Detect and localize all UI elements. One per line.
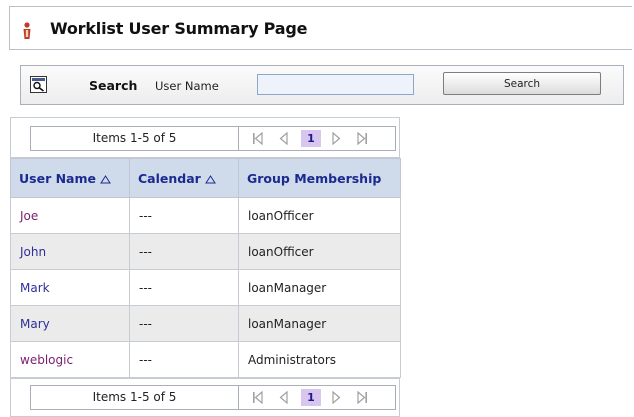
user-table: User Name Calendar Group Membership Joe … [10, 158, 401, 378]
table-row: Mary --- loanManager [10, 305, 401, 342]
current-page-number[interactable]: 1 [301, 389, 321, 406]
pager-summary: Items 1-5 of 5 [31, 386, 239, 409]
pager-box: Items 1-5 of 5 1 [30, 385, 396, 410]
table-row: John --- loanOfficer [10, 233, 401, 270]
last-page-icon[interactable] [353, 130, 371, 147]
user-link[interactable]: John [20, 245, 46, 259]
pager-bottom: Items 1-5 of 5 1 [10, 378, 400, 417]
user-link[interactable]: weblogic [20, 353, 73, 367]
next-page-icon[interactable] [327, 130, 345, 147]
user-name-cell[interactable]: John [10, 233, 130, 270]
column-header-label: User Name [19, 170, 96, 186]
column-header-label: Calendar [138, 170, 201, 186]
search-heading: Search [89, 78, 138, 93]
group-cell: loanOfficer [238, 233, 401, 270]
user-name-cell[interactable]: Joe [10, 197, 130, 234]
group-cell: loanManager [238, 269, 401, 306]
user-name-label: User Name [155, 79, 219, 93]
user-name-cell[interactable]: Mark [10, 269, 130, 306]
user-link[interactable]: Mark [20, 281, 50, 295]
calendar-cell: --- [129, 197, 239, 234]
calendar-cell: --- [129, 233, 239, 270]
next-page-icon[interactable] [327, 389, 345, 406]
column-header-group-membership: Group Membership [238, 158, 401, 198]
user-link[interactable]: Joe [20, 209, 38, 223]
search-panel: Search User Name Search [20, 65, 624, 105]
search-button[interactable]: Search [443, 72, 601, 95]
page-header: Worklist User Summary Page [9, 6, 632, 50]
calendar-cell: --- [129, 341, 239, 378]
page-title: Worklist User Summary Page [50, 19, 308, 38]
group-cell: Administrators [238, 341, 401, 378]
sort-ascending-icon[interactable] [100, 174, 111, 184]
column-header-calendar[interactable]: Calendar [129, 158, 239, 198]
table-row: weblogic --- Administrators [10, 341, 401, 378]
sort-ascending-icon[interactable] [204, 174, 216, 184]
last-page-icon[interactable] [353, 389, 371, 406]
calendar-cell: --- [129, 305, 239, 342]
calendar-cell: --- [129, 269, 239, 306]
group-cell: loanOfficer [238, 197, 401, 234]
pager-summary: Items 1-5 of 5 [31, 127, 239, 150]
table-header-row: User Name Calendar Group Membership [10, 158, 401, 198]
worklist-user-icon [23, 22, 31, 39]
user-name-cell[interactable]: weblogic [10, 341, 130, 378]
first-page-icon[interactable] [249, 130, 267, 147]
previous-page-icon[interactable] [275, 130, 293, 147]
table-row: Mark --- loanManager [10, 269, 401, 306]
column-header-user-name[interactable]: User Name [10, 158, 130, 198]
first-page-icon[interactable] [249, 389, 267, 406]
user-table-container: Items 1-5 of 5 1 User Name Calendar Grou… [10, 117, 401, 417]
user-link[interactable]: Mary [20, 317, 50, 331]
pager-box: Items 1-5 of 5 1 [30, 126, 396, 151]
group-cell: loanManager [238, 305, 401, 342]
user-name-cell[interactable]: Mary [10, 305, 130, 342]
previous-page-icon[interactable] [275, 389, 293, 406]
user-name-input[interactable] [257, 74, 414, 95]
current-page-number[interactable]: 1 [301, 130, 321, 147]
table-row: Joe --- loanOfficer [10, 197, 401, 234]
pager-top: Items 1-5 of 5 1 [10, 117, 400, 158]
search-panel-icon [30, 76, 47, 93]
column-header-label: Group Membership [247, 170, 382, 186]
